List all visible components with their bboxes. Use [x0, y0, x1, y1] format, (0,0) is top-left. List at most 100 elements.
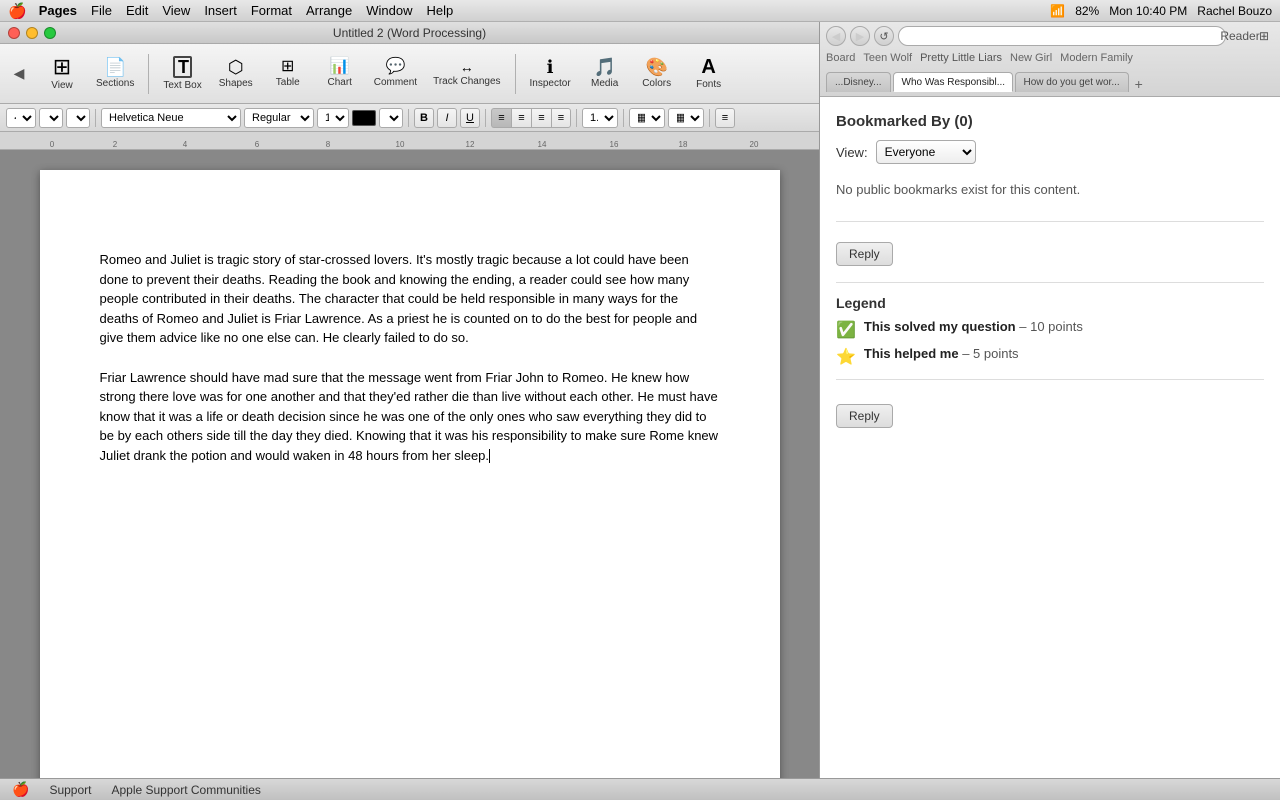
style-select-1[interactable]: ◀ [6, 108, 36, 128]
inspector-label: Inspector [530, 78, 571, 89]
toolbar-sep-2 [515, 54, 516, 94]
fmt-sep-5 [623, 109, 624, 127]
browser-tabs: ...Disney... Who Was Responsibl... How d… [826, 70, 1274, 92]
bold-button[interactable]: B [414, 108, 434, 128]
view-button[interactable]: ⊞ View [38, 48, 86, 100]
comment-icon: 💬 [385, 59, 405, 75]
nav-link-teen-wolf[interactable]: Teen Wolf [863, 52, 912, 64]
style-select-3[interactable]: a [66, 108, 90, 128]
legend-item-2: ⭐ This helped me – 5 points [836, 346, 1264, 367]
ruler-mark-6: 6 [255, 140, 259, 149]
menu-help[interactable]: Help [427, 3, 454, 18]
apple-logo[interactable]: 🍎 [8, 2, 27, 20]
weight-select[interactable]: Regular [244, 108, 314, 128]
menu-arrange[interactable]: Arrange [306, 3, 352, 18]
reply-button-1[interactable]: Reply [836, 242, 893, 266]
table-select[interactable]: ▦ [668, 108, 704, 128]
helped-points: – 5 points [962, 346, 1018, 361]
comment-button[interactable]: 💬 Comment [368, 48, 423, 100]
fmt-sep-1 [95, 109, 96, 127]
fonts-icon: A [701, 57, 715, 77]
tab-add-button[interactable]: + [1135, 76, 1143, 92]
url-bar[interactable] [898, 26, 1226, 46]
style-select-2[interactable]: a [39, 108, 63, 128]
browser-forward[interactable]: ▶ [850, 26, 870, 46]
textbox-button[interactable]: T Text Box [157, 48, 207, 100]
menu-window[interactable]: Window [366, 3, 412, 18]
align-group: ≡ ≡ ≡ ≡ [491, 108, 571, 128]
page[interactable]: Romeo and Juliet is tragic story of star… [40, 170, 780, 778]
browser-nav-bar: ◀ ▶ ↺ Reader ⊞ [826, 26, 1274, 46]
inspector-button[interactable]: ℹ Inspector [524, 48, 577, 100]
size-select[interactable]: 13 [317, 108, 349, 128]
menu-edit[interactable]: Edit [126, 3, 148, 18]
line-spacing-select[interactable]: 1.0 [582, 108, 618, 128]
fonts-button[interactable]: A Fonts [685, 48, 733, 100]
comment-label: Comment [374, 77, 417, 88]
shapes-button[interactable]: ⬡ Shapes [212, 48, 260, 100]
browser-back[interactable]: ◀ [826, 26, 846, 46]
underline-button[interactable]: U [460, 108, 480, 128]
bottom-communities[interactable]: Apple Support Communities [111, 783, 260, 797]
section-divider-3 [836, 379, 1264, 380]
menu-file[interactable]: File [91, 3, 112, 18]
view-select[interactable]: Everyone [876, 140, 976, 164]
paragraph-2: Friar Lawrence should have mad sure that… [100, 368, 720, 466]
maximize-button[interactable] [44, 27, 56, 39]
menu-view[interactable]: View [162, 3, 190, 18]
tab-responsible[interactable]: Who Was Responsibl... [893, 72, 1013, 92]
reply-area-1: Reply [836, 234, 1264, 266]
align-right-button[interactable]: ≡ [531, 108, 551, 128]
menu-bar: 🍎 Pages File Edit View Insert Format Arr… [0, 0, 1280, 22]
italic-button[interactable]: I [437, 108, 457, 128]
user-name: Rachel Bouzo [1197, 4, 1272, 18]
minimize-button[interactable] [26, 27, 38, 39]
chart-button[interactable]: 📊 Chart [316, 48, 364, 100]
menu-format[interactable]: Format [251, 3, 292, 18]
right-panel: ◀ ▶ ↺ Reader ⊞ Board Teen Wolf Pretty Li… [820, 22, 1280, 778]
char-style-select[interactable]: a [379, 108, 403, 128]
align-center-button[interactable]: ≡ [511, 108, 531, 128]
bottom-support[interactable]: Support [49, 783, 91, 797]
nav-back[interactable]: ◀ [8, 63, 30, 85]
list-button[interactable]: ≡ [715, 108, 735, 128]
browser-action2[interactable]: ⊞ [1254, 26, 1274, 46]
no-bookmarks-text: No public bookmarks exist for this conte… [836, 174, 1264, 205]
battery-icon: 82% [1075, 4, 1099, 18]
track-label: Track Changes [433, 76, 500, 87]
close-button[interactable] [8, 27, 20, 39]
window-controls [8, 27, 56, 39]
reply-area-2: Reply [836, 396, 1264, 428]
align-justify-button[interactable]: ≡ [551, 108, 571, 128]
columns-select[interactable]: ▦ [629, 108, 665, 128]
align-left-button[interactable]: ≡ [491, 108, 511, 128]
text-color-box[interactable] [352, 110, 376, 126]
colors-label: Colors [642, 78, 671, 89]
menu-insert[interactable]: Insert [204, 3, 237, 18]
menu-pages[interactable]: Pages [39, 3, 77, 18]
colors-button[interactable]: 🎨 Colors [633, 48, 681, 100]
sections-button[interactable]: 📄 Sections [90, 48, 140, 100]
fmt-sep-4 [576, 109, 577, 127]
browser-chrome: ◀ ▶ ↺ Reader ⊞ Board Teen Wolf Pretty Li… [820, 22, 1280, 97]
table-button[interactable]: ⊞ Table [264, 48, 312, 100]
tab-disney[interactable]: ...Disney... [826, 72, 891, 92]
browser-reader[interactable]: Reader [1230, 26, 1250, 46]
nav-link-modern-family[interactable]: Modern Family [1060, 52, 1133, 64]
browser-refresh[interactable]: ↺ [874, 26, 894, 46]
nav-link-pretty-liars[interactable]: Pretty Little Liars [920, 52, 1002, 64]
nav-link-board[interactable]: Board [826, 52, 855, 64]
media-button[interactable]: 🎵 Media [581, 48, 629, 100]
tab-words[interactable]: How do you get wor... [1015, 72, 1129, 92]
track-changes-button[interactable]: ↔ Track Changes [427, 48, 506, 100]
bookmarked-section: Bookmarked By (0) View: Everyone No publ… [836, 113, 1264, 205]
font-select[interactable]: Helvetica Neue [101, 108, 241, 128]
ruler-mark-20: 20 [750, 140, 759, 149]
reply-button-2[interactable]: Reply [836, 404, 893, 428]
pages-window: Untitled 2 (Word Processing) ◀ ⊞ View 📄 … [0, 22, 820, 800]
media-label: Media [591, 78, 618, 89]
bottom-apple-icon: 🍎 [12, 781, 29, 798]
nav-link-new-girl[interactable]: New Girl [1010, 52, 1052, 64]
chart-label: Chart [327, 77, 351, 88]
shapes-label: Shapes [219, 78, 253, 89]
